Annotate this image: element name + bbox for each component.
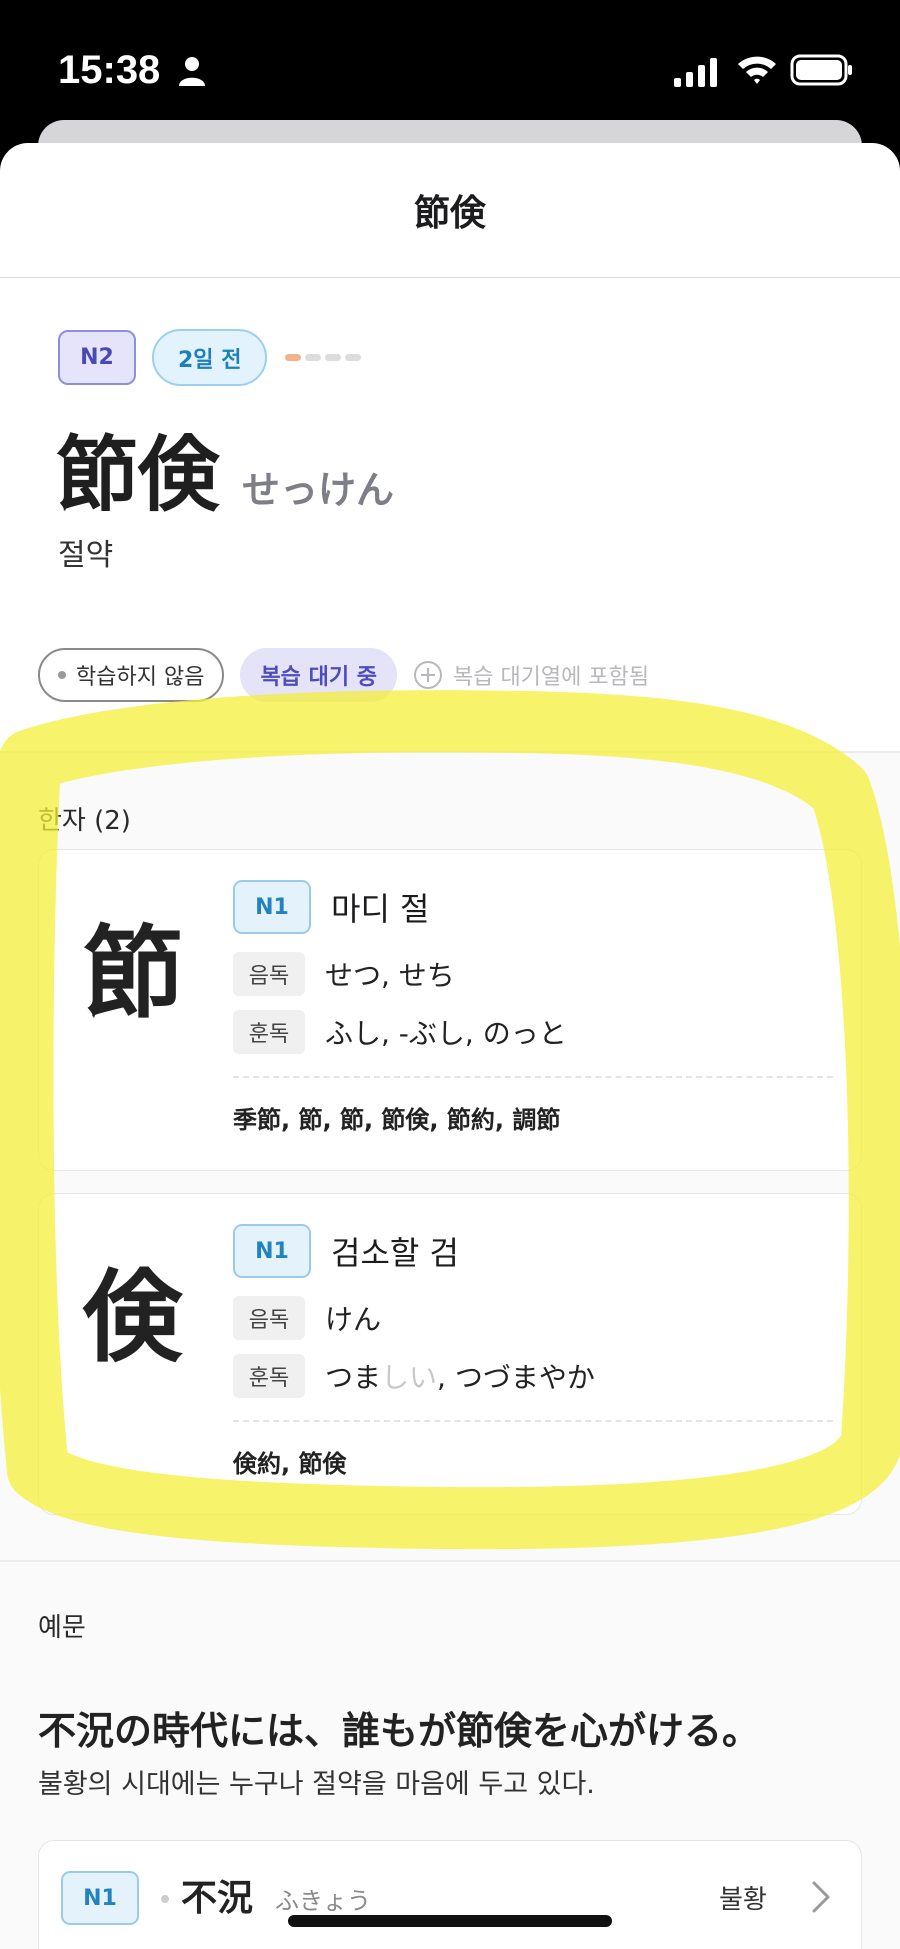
- word-heading: 節倹 せっけん: [56, 408, 394, 527]
- vocab-word: 不況: [181, 1878, 254, 1919]
- kun-reading-stem: つま: [325, 1361, 382, 1394]
- status-time: 15:38: [58, 48, 161, 92]
- kanji-card[interactable]: 倹 N1 검소할 검 음독 けん 훈독 つましい, つづまやか 倹約, 節倹: [38, 1193, 862, 1515]
- kanji-level-badge: N1: [233, 880, 311, 934]
- status-bar: 15:38: [0, 0, 900, 130]
- progress-segment: [305, 354, 322, 361]
- kanji-section-label: 한자 (2): [38, 806, 131, 836]
- vocab-meaning: 불황: [719, 1885, 767, 1915]
- status-dot: [58, 671, 66, 679]
- kun-reading-okurigana: しい: [381, 1361, 438, 1394]
- kanji-meaning: 검소할 검: [331, 1234, 459, 1272]
- kun-reading-tag: 훈독: [233, 1354, 305, 1398]
- kanji-compounds: 季節, 節, 節, 節倹, 節約, 調節: [233, 1106, 561, 1134]
- on-reading-row: 음독 けん: [233, 1296, 833, 1340]
- kanji-meaning: 마디 절: [331, 890, 430, 928]
- kanji-character: 倹: [83, 1259, 183, 1376]
- kun-reading-tag: 훈독: [233, 1010, 305, 1054]
- vocab-status-dot: [161, 1895, 169, 1903]
- wifi-icon: [738, 56, 776, 84]
- word-meaning: 절약: [58, 538, 114, 573]
- example-vocab-card[interactable]: N1 不況 ふきょう 불황: [38, 1840, 862, 1949]
- plus-circle-icon: [413, 661, 442, 689]
- kun-reading-row: 훈독 ふし, -ぶし, のっと: [233, 1010, 833, 1054]
- kun-reading: ふし, -ぶし, のっと: [325, 1017, 567, 1050]
- example-sentence-translation: 불황의 시대에는 누구나 절약을 마음에 두고 있다.: [38, 1769, 595, 1800]
- kanji-header: N1 마디 절: [233, 880, 833, 934]
- progress-segment: [325, 354, 342, 361]
- study-status-row: 학습하지 않음 복습 대기 중 복습 대기열에 포함됨: [38, 648, 649, 702]
- dashed-divider: [233, 1076, 833, 1078]
- example-sentence-japanese: 不況の時代には、誰もが節倹を心がける。: [38, 1709, 761, 1753]
- word-detail-sheet: 節倹 N2 2일 전 節倹 せっけん 절약 학습하지 않음 복습 대기 중 복습…: [0, 143, 900, 1949]
- on-reading-tag: 음독: [233, 1296, 305, 1340]
- vocab-reading: ふきょう: [275, 1887, 371, 1915]
- kun-reading-rest: , つづまやか: [437, 1361, 595, 1394]
- word-reading: せっけん: [242, 468, 395, 512]
- kanji-info: N1 검소할 검 음독 けん 훈독 つましい, つづまやか 倹約, 節倹: [233, 1224, 833, 1479]
- progress-segment: [285, 354, 302, 361]
- on-reading: けん: [325, 1303, 382, 1336]
- jlpt-level-badge: N2: [58, 330, 136, 385]
- on-reading-tag: 음독: [233, 952, 305, 996]
- kanji-card[interactable]: 節 N1 마디 절 음독 せつ, せち 훈독 ふし, -ぶし, のっと 季節, …: [38, 849, 862, 1171]
- examples-section: 예문 不況の時代には、誰もが節倹を心がける。 불황의 시대에는 누구나 절약을 …: [0, 1560, 900, 1949]
- word-kanji: 節倹: [56, 428, 221, 523]
- queue-included-chip[interactable]: 복습 대기열에 포함됨: [413, 659, 649, 691]
- vocab-level-badge: N1: [61, 1871, 139, 1925]
- examples-label: 예문: [38, 1613, 86, 1643]
- kanji-level-badge: N1: [233, 1224, 311, 1278]
- kun-reading-row: 훈독 つましい, つづまやか: [233, 1354, 833, 1398]
- word-badges: N2 2일 전: [58, 329, 362, 386]
- progress-segment: [345, 354, 362, 361]
- kanji-header: N1 검소할 검: [233, 1224, 833, 1278]
- last-seen-badge: 2일 전: [152, 329, 268, 386]
- dashed-divider: [233, 1420, 833, 1422]
- on-reading-row: 음독 せつ, せち: [233, 952, 833, 996]
- chevron-right-icon: [812, 1881, 830, 1913]
- cellular-signal-icon: [674, 58, 717, 87]
- battery-icon: [790, 54, 852, 86]
- kanji-info: N1 마디 절 음독 せつ, せち 훈독 ふし, -ぶし, のっと 季節, 節,…: [233, 880, 833, 1135]
- not-study-chip[interactable]: 학습하지 않음: [38, 648, 225, 702]
- review-pending-chip[interactable]: 복습 대기 중: [240, 648, 397, 702]
- queue-included-label: 복습 대기열에 포함됨: [452, 665, 650, 690]
- person-icon: [179, 57, 205, 86]
- kanji-compounds: 倹約, 節倹: [233, 1450, 347, 1478]
- srs-progress-indicator: [285, 354, 362, 361]
- kun-reading: つましい, つづまやか: [325, 1356, 595, 1396]
- nav-bar: 節倹: [0, 143, 900, 278]
- home-indicator[interactable]: [288, 1915, 612, 1927]
- page-title: 節倹: [413, 193, 486, 234]
- kanji-character: 節: [83, 915, 183, 1032]
- on-reading: せつ, せち: [325, 959, 455, 992]
- kanji-section: 한자 (2) 節 N1 마디 절 음독 せつ, せち 훈독 ふし, -ぶし, の…: [0, 753, 900, 1633]
- not-study-label: 학습하지 않음: [76, 665, 205, 690]
